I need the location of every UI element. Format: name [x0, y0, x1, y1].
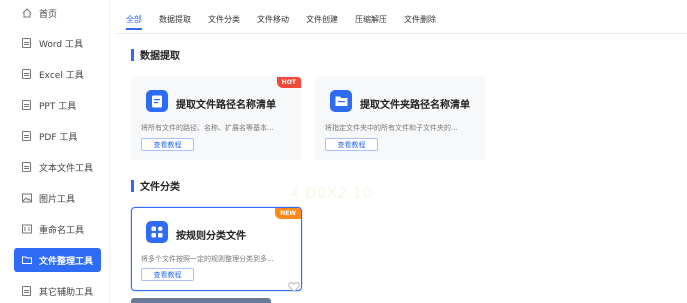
sidebar-item-text[interactable]: 文本文件工具 — [14, 155, 102, 179]
sidebar-item-other[interactable]: 其它辅助工具 — [14, 279, 102, 303]
tooltip — [131, 298, 271, 303]
sidebar-item-label: 重命名工具 — [39, 225, 85, 236]
home-icon — [22, 8, 32, 18]
new-badge: NEW — [275, 208, 301, 219]
divider — [115, 33, 687, 34]
tool-card[interactable]: NEW 按规则分类文件 将多个文件按照一定的规则整理分类到多... 查看教程 — [131, 207, 302, 293]
sidebar-item-home[interactable]: 首页 — [14, 1, 102, 25]
classify-icon — [146, 221, 168, 243]
card-description: 将指定文件夹中的所有文件和子文件夹的... — [325, 124, 458, 132]
view-tutorial-button[interactable]: 查看教程 — [141, 138, 194, 151]
section-title: 数据提取 — [140, 51, 180, 62]
card-description: 将所有文件的路径、名称、扩展名等基本... — [141, 124, 274, 132]
watermark: 4 D0X2 10 — [290, 186, 373, 202]
tab-data-extract[interactable]: 数据提取 — [159, 14, 191, 30]
sidebar-item-label: Excel 工具 — [39, 70, 84, 81]
sidebar-item-file-organize[interactable]: 文件整理工具 — [14, 248, 101, 272]
document-icon — [22, 131, 31, 141]
card-description: 将多个文件按照一定的规则整理分类到多... — [141, 255, 274, 263]
document-icon — [22, 69, 31, 79]
sidebar-item-label: 文件整理工具 — [39, 256, 94, 267]
document-icon — [22, 100, 31, 110]
file-list-icon — [146, 90, 168, 112]
sidebar-item-label: PDF 工具 — [39, 132, 78, 143]
tool-card[interactable]: 提取文件夹路径名称清单 将指定文件夹中的所有文件和子文件夹的... 查看教程 — [315, 76, 486, 160]
tab-compress[interactable]: 压缩解压 — [355, 14, 387, 30]
sidebar-item-label: 图片工具 — [39, 194, 76, 205]
section-accent-bar — [131, 48, 134, 61]
section-title: 文件分类 — [140, 182, 180, 193]
rename-icon — [22, 224, 32, 234]
sidebar-item-label: 文本文件工具 — [39, 163, 94, 174]
card-title: 提取文件夹路径名称清单 — [360, 100, 470, 111]
active-tab-indicator — [126, 28, 142, 30]
view-tutorial-button[interactable]: 查看教程 — [141, 268, 194, 281]
tab-file-classify[interactable]: 文件分类 — [208, 14, 240, 30]
tab-file-delete[interactable]: 文件删除 — [404, 14, 436, 30]
sidebar-item-ppt[interactable]: PPT 工具 — [14, 93, 102, 117]
folder-list-icon — [330, 90, 352, 112]
section-accent-bar — [131, 179, 134, 192]
sidebar-item-label: 首页 — [39, 9, 58, 20]
folder-icon — [22, 255, 32, 265]
card-title: 提取文件路径名称清单 — [176, 100, 276, 111]
tab-file-create[interactable]: 文件创建 — [306, 14, 338, 30]
section-heading: 数据提取 — [131, 47, 180, 62]
document-icon — [22, 162, 31, 172]
tools-icon — [22, 286, 31, 296]
favorite-heart-icon[interactable] — [288, 278, 300, 293]
sidebar-item-label: PPT 工具 — [39, 101, 77, 112]
sidebar-item-pdf[interactable]: PDF 工具 — [14, 124, 102, 148]
sidebar-item-label: 其它辅助工具 — [39, 287, 94, 298]
tool-card[interactable]: HOT 提取文件路径名称清单 将所有文件的路径、名称、扩展名等基本... 查看教… — [131, 76, 302, 160]
sidebar-item-rename[interactable]: 重命名工具 — [14, 217, 102, 241]
card-title: 按规则分类文件 — [176, 231, 246, 242]
tab-file-move[interactable]: 文件移动 — [257, 14, 289, 30]
sidebar-item-word[interactable]: Word 工具 — [14, 31, 102, 55]
sidebar-item-image[interactable]: 图片工具 — [14, 186, 102, 210]
sidebar-item-label: Word 工具 — [39, 39, 83, 50]
image-icon — [22, 193, 32, 203]
document-icon — [22, 38, 31, 48]
hot-badge: HOT — [276, 77, 301, 88]
sidebar-item-excel[interactable]: Excel 工具 — [14, 62, 102, 86]
section-heading: 文件分类 — [131, 178, 180, 193]
sidebar: 首页 Word 工具 Excel 工具 PPT 工具 PDF 工具 文本文件工具… — [0, 0, 110, 303]
category-tabs: 全部 数据提取 文件分类 文件移动 文件创建 压缩解压 文件删除 — [126, 14, 453, 30]
view-tutorial-button[interactable]: 查看教程 — [325, 138, 378, 151]
